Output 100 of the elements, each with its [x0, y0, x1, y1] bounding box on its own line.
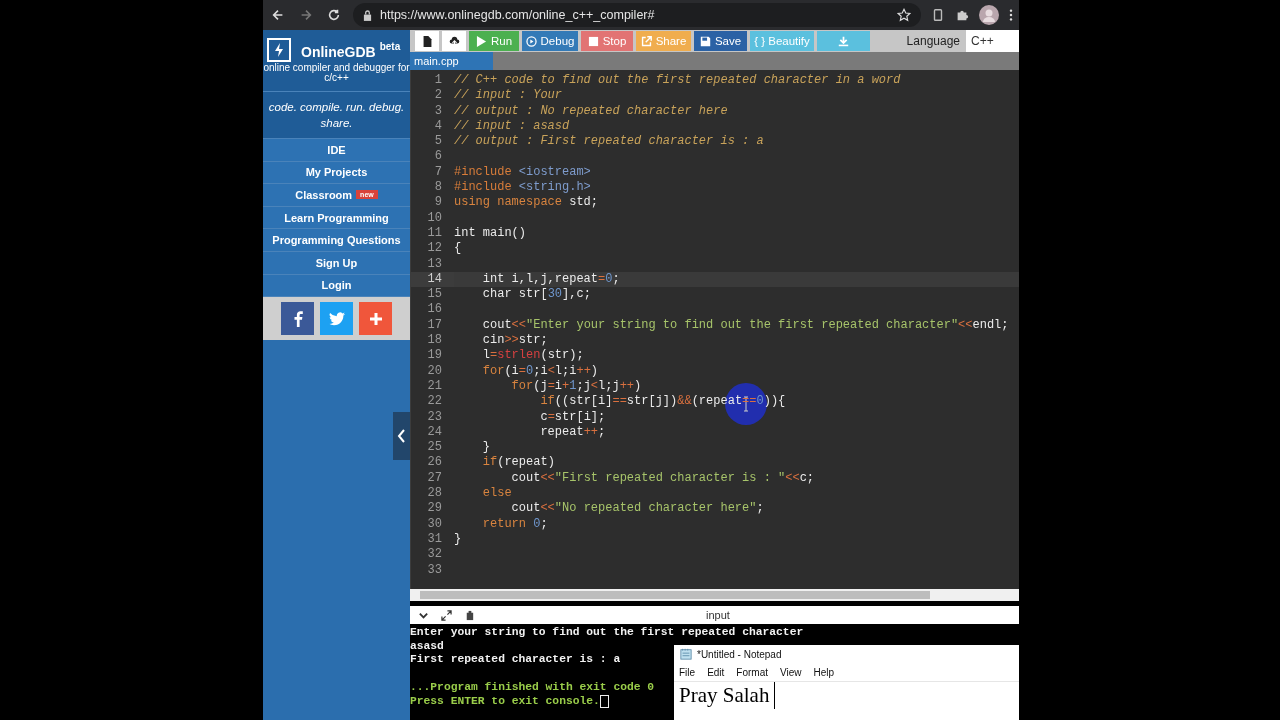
- brand-name: OnlineGDB: [301, 44, 376, 60]
- new-file-button[interactable]: [415, 31, 439, 51]
- debug-button[interactable]: Debug: [522, 31, 578, 51]
- cloud-upload-icon: [448, 35, 460, 47]
- text-cursor-icon: [599, 694, 609, 708]
- code-line: return 0;: [481, 516, 549, 532]
- run-button[interactable]: Run: [469, 31, 519, 51]
- code-line: cin>>str;: [481, 333, 549, 349]
- line-number: 2: [433, 88, 443, 104]
- line-number: 9: [433, 195, 443, 211]
- beta-label: beta: [379, 41, 401, 52]
- play-icon: [475, 35, 487, 47]
- more-button[interactable]: [359, 302, 392, 336]
- line-number: 25: [426, 440, 443, 456]
- code-line: int main(): [454, 225, 527, 242]
- code-line: char str[30],c;: [481, 287, 592, 303]
- code-line: #include <string.h>: [454, 180, 592, 196]
- line-number: 5: [433, 134, 443, 150]
- twitter-button[interactable]: [320, 302, 353, 336]
- nav-item[interactable]: Sign Up: [263, 251, 410, 275]
- line-number: 33: [426, 562, 443, 578]
- console-title: input: [706, 609, 730, 621]
- avatar-icon[interactable]: [979, 5, 999, 25]
- save-button[interactable]: Save: [694, 31, 747, 51]
- code-line: using namespace std;: [454, 195, 600, 211]
- menu-item[interactable]: Help: [813, 667, 835, 678]
- line-number: 29: [426, 501, 443, 517]
- star-icon[interactable]: [897, 8, 911, 22]
- menu-item[interactable]: Format: [736, 667, 769, 678]
- line-number: 21: [426, 378, 443, 395]
- code-line: // input : asasd: [454, 118, 571, 135]
- nav-item[interactable]: IDE: [263, 139, 410, 162]
- code-line: for(i=0;i<l;i++): [481, 363, 600, 379]
- line-number: 30: [426, 516, 443, 532]
- nav-item[interactable]: My Projects: [263, 161, 410, 185]
- line-number: 13: [426, 256, 443, 272]
- forward-icon[interactable]: [299, 8, 313, 22]
- code-line: // output : First repeated character is : a: [454, 134, 765, 150]
- line-number: 20: [426, 363, 443, 379]
- menu-item[interactable]: View: [780, 667, 802, 678]
- line-number: 32: [426, 547, 443, 563]
- expand-icon[interactable]: [441, 609, 452, 621]
- line-number: 15: [426, 287, 443, 303]
- language-select[interactable]: C++: [966, 30, 1019, 52]
- bolt-logo-icon: [267, 38, 291, 62]
- plus-icon: [367, 310, 384, 327]
- reload-icon[interactable]: [327, 8, 341, 22]
- code-line: // C++ code to find out the first repeated character in a word: [454, 73, 902, 89]
- code-line: else: [481, 486, 513, 502]
- code-line: #include <iostream>: [454, 164, 592, 181]
- motto: code. compile. run. debug. share.: [263, 92, 410, 139]
- console-line: Press ENTER to exit console.: [410, 694, 600, 709]
- nav-label: Classroom: [295, 189, 353, 201]
- code-line: if(repeat): [481, 455, 556, 471]
- code-line: {: [454, 241, 463, 257]
- collapse-handle-icon[interactable]: [393, 412, 410, 461]
- line-number: 23: [426, 409, 443, 425]
- download-icon: [838, 35, 849, 47]
- console-line: asasd: [410, 639, 444, 654]
- share-icon: [640, 35, 652, 47]
- code-line: c=str[i];: [539, 409, 607, 425]
- nav-item[interactable]: Learn Programming: [263, 206, 410, 230]
- code-line: }: [481, 440, 491, 456]
- menu-item[interactable]: Edit: [707, 667, 725, 678]
- menu-item[interactable]: File: [679, 667, 696, 678]
- puzzle-icon[interactable]: [955, 8, 969, 22]
- extension-icon[interactable]: [931, 8, 945, 22]
- line-number: 18: [426, 333, 443, 349]
- line-number: 28: [426, 486, 443, 502]
- upload-button[interactable]: [442, 31, 466, 51]
- line-number: 26: [426, 455, 443, 471]
- line-number: 8: [433, 180, 443, 196]
- line-number: 19: [426, 348, 443, 364]
- file-icon: [421, 35, 433, 47]
- line-number: 12: [426, 241, 443, 257]
- code-line: l=strlen(str);: [481, 348, 585, 364]
- line-number: 7: [433, 164, 443, 181]
- line-number: 4: [433, 118, 443, 135]
- code-line: // input : Your: [454, 88, 564, 104]
- line-number: 3: [433, 103, 443, 119]
- line-number: 24: [426, 424, 443, 441]
- line-number: 1: [433, 73, 443, 89]
- code-line: // output : No repeated character here: [454, 103, 729, 119]
- stop-icon: [587, 35, 599, 47]
- line-number: 14: [411, 271, 454, 288]
- nav-item[interactable]: Login: [263, 274, 410, 298]
- file-tab[interactable]: main.cpp: [410, 52, 493, 70]
- back-icon[interactable]: [271, 8, 285, 22]
- text-area[interactable]: Pray Salah: [674, 682, 776, 709]
- language-label: Language: [906, 34, 960, 48]
- stop-button[interactable]: Stop: [581, 31, 633, 51]
- clipboard-icon[interactable]: [464, 609, 475, 621]
- horizontal-scrollbar[interactable]: [410, 589, 1019, 601]
- menu-icon[interactable]: [1009, 8, 1013, 22]
- address-bar[interactable]: https://www.onlinegdb.com/online_c++_compiler#: [353, 3, 921, 27]
- facebook-button[interactable]: [281, 302, 314, 336]
- line-number: 17: [426, 317, 443, 334]
- nav-item[interactable]: Programming Questions: [263, 229, 410, 252]
- line-number: 27: [426, 470, 443, 486]
- window-title: *Untitled - Notepad: [697, 648, 782, 660]
